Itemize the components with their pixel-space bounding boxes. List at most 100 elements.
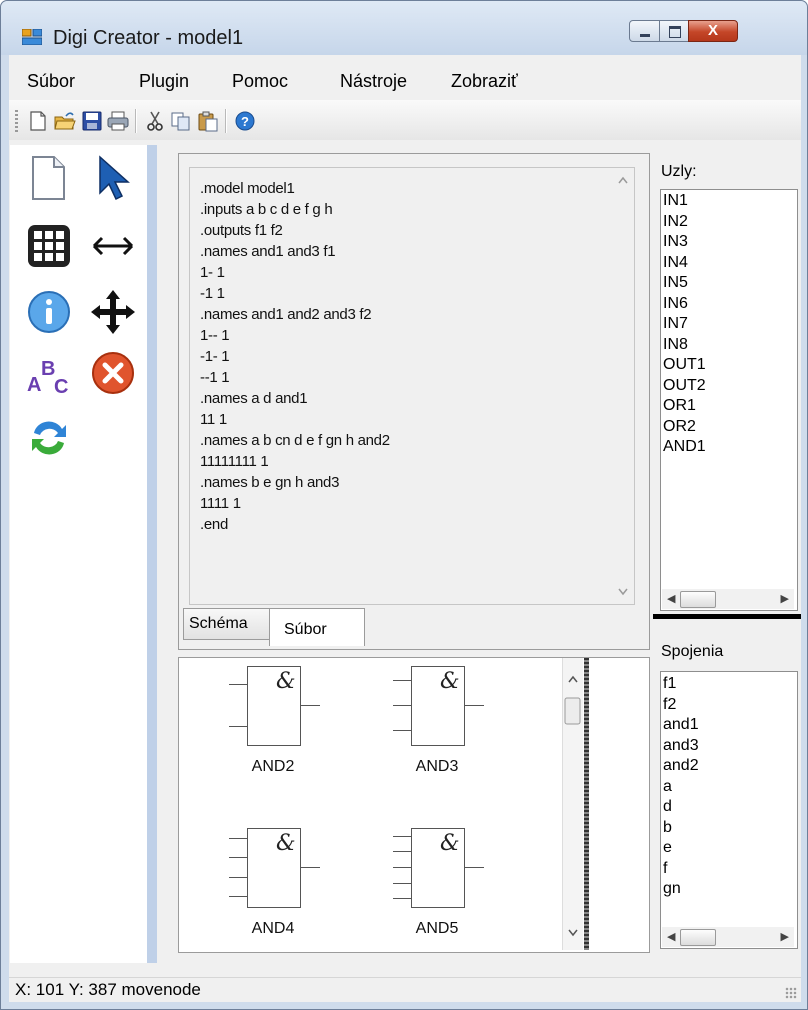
- list-item[interactable]: IN1: [661, 191, 797, 212]
- abc-label-icon[interactable]: A B C: [24, 350, 74, 400]
- list-item[interactable]: e: [661, 838, 797, 859]
- list-item[interactable]: OUT2: [661, 376, 797, 397]
- gate-and5[interactable]: & AND5: [383, 828, 493, 958]
- list-item[interactable]: IN2: [661, 212, 797, 233]
- maximize-icon: [669, 26, 681, 38]
- scroll-right-icon[interactable]: ▶: [781, 589, 789, 609]
- status-text: X: 101 Y: 387 movenode: [15, 980, 201, 999]
- new-document-icon[interactable]: [24, 153, 74, 203]
- new-icon[interactable]: [27, 110, 49, 132]
- app-icon: [22, 29, 42, 45]
- list-item[interactable]: IN4: [661, 253, 797, 274]
- toolbar: ?: [9, 100, 801, 140]
- list-item[interactable]: IN8: [661, 335, 797, 356]
- list-item[interactable]: f: [661, 859, 797, 880]
- paste-icon[interactable]: [197, 110, 219, 132]
- list-item[interactable]: d: [661, 797, 797, 818]
- list-item[interactable]: OR2: [661, 417, 797, 438]
- help-icon[interactable]: ?: [234, 110, 256, 132]
- close-icon: X: [707, 22, 718, 39]
- list-item[interactable]: f2: [661, 695, 797, 716]
- output-pin: [464, 705, 484, 706]
- list-item[interactable]: OUT1: [661, 355, 797, 376]
- resize-grip-icon[interactable]: [785, 987, 797, 999]
- input-pin: [229, 726, 247, 727]
- scroll-left-icon[interactable]: ◀: [667, 927, 675, 947]
- list-item[interactable]: OR1: [661, 396, 797, 417]
- cut-icon[interactable]: [144, 110, 166, 132]
- client-area: Súbor Plugin Pomoc Nástroje Zobraziť ? A…: [9, 55, 801, 1002]
- gate-library-scrollbar[interactable]: [562, 658, 583, 950]
- nodes-hscroll[interactable]: ◀ ▶: [662, 589, 794, 609]
- print-icon[interactable]: [107, 110, 129, 132]
- list-item[interactable]: IN3: [661, 232, 797, 253]
- tool-palette: A B C: [10, 145, 147, 963]
- maximize-button[interactable]: [659, 20, 689, 42]
- pointer-icon[interactable]: [88, 153, 138, 203]
- scroll-left-icon[interactable]: ◀: [667, 589, 675, 609]
- list-item[interactable]: IN6: [661, 294, 797, 315]
- gate-symbol: &: [276, 831, 296, 856]
- input-pin: [393, 883, 411, 884]
- gate-label: AND4: [251, 920, 295, 937]
- gate-library-divider[interactable]: [584, 658, 589, 950]
- menu-nastroje[interactable]: Nástroje: [340, 71, 407, 92]
- scroll-thumb[interactable]: [680, 591, 716, 608]
- gate-label: AND5: [415, 920, 459, 937]
- gate-and2[interactable]: & AND2: [219, 666, 329, 796]
- code-line: 1- 1: [200, 264, 225, 281]
- save-icon[interactable]: [81, 110, 103, 132]
- tab-schema[interactable]: Schéma: [183, 608, 270, 640]
- scroll-right-icon[interactable]: ▶: [781, 927, 789, 947]
- grid-icon[interactable]: [24, 221, 74, 271]
- scroll-thumb[interactable]: [680, 929, 716, 946]
- input-pin: [393, 898, 411, 899]
- editor-scrollbar[interactable]: [614, 170, 632, 602]
- connections-hscroll[interactable]: ◀ ▶: [662, 927, 794, 947]
- list-item[interactable]: IN7: [661, 314, 797, 335]
- list-item[interactable]: and1: [661, 715, 797, 736]
- right-splitter[interactable]: [653, 614, 801, 619]
- move-icon[interactable]: [88, 287, 138, 337]
- menu-pomoc[interactable]: Pomoc: [232, 71, 288, 92]
- connections-label: Spojenia: [661, 643, 724, 660]
- swap-icon[interactable]: [24, 413, 74, 463]
- svg-text:?: ?: [241, 114, 249, 129]
- menu-plugin[interactable]: Plugin: [139, 71, 189, 92]
- info-icon[interactable]: [24, 287, 74, 337]
- horizontal-resize-icon[interactable]: [88, 221, 138, 271]
- minimize-icon: [640, 34, 650, 37]
- status-bar: X: 101 Y: 387 movenode: [9, 977, 801, 1002]
- list-item[interactable]: and2: [661, 756, 797, 777]
- list-item[interactable]: gn: [661, 879, 797, 900]
- list-item[interactable]: a: [661, 777, 797, 798]
- menu-zobrazit[interactable]: Zobraziť: [451, 71, 518, 92]
- copy-icon[interactable]: [170, 110, 192, 132]
- code-line: .names b e gn h and3: [200, 474, 340, 491]
- list-item[interactable]: and3: [661, 736, 797, 757]
- input-pin: [229, 857, 247, 858]
- gate-and3[interactable]: & AND3: [383, 666, 493, 796]
- menu-bar: Súbor Plugin Pomoc Nástroje Zobraziť: [9, 55, 801, 100]
- list-item[interactable]: b: [661, 818, 797, 839]
- list-item[interactable]: IN5: [661, 273, 797, 294]
- left-splitter[interactable]: [147, 145, 157, 963]
- title-bar[interactable]: Digi Creator - model1 X: [1, 1, 807, 55]
- tab-subor[interactable]: Súbor: [269, 608, 365, 646]
- svg-text:A: A: [27, 374, 41, 396]
- open-icon[interactable]: [54, 110, 76, 132]
- code-line: 1-- 1: [200, 327, 230, 344]
- gate-symbol: &: [440, 669, 460, 694]
- gate-library: & AND2 & AND3 & AND4 & AND5: [178, 657, 650, 953]
- gate-and4[interactable]: & AND4: [219, 828, 329, 958]
- list-item[interactable]: AND1: [661, 437, 797, 458]
- delete-icon[interactable]: [88, 348, 138, 398]
- netlist-textarea[interactable]: .model model1 .inputs a b c d e f g h .o…: [189, 167, 635, 605]
- toolbar-grip[interactable]: [15, 110, 18, 132]
- list-item[interactable]: f1: [661, 674, 797, 695]
- minimize-button[interactable]: [629, 20, 660, 42]
- menu-subor[interactable]: Súbor: [27, 71, 75, 92]
- connections-list[interactable]: f1 f2 and1 and3 and2 a d b e f gn ◀ ▶: [660, 671, 798, 949]
- close-button[interactable]: X: [688, 20, 738, 42]
- nodes-list[interactable]: IN1 IN2 IN3 IN4 IN5 IN6 IN7 IN8 OUT1 OUT…: [660, 189, 798, 611]
